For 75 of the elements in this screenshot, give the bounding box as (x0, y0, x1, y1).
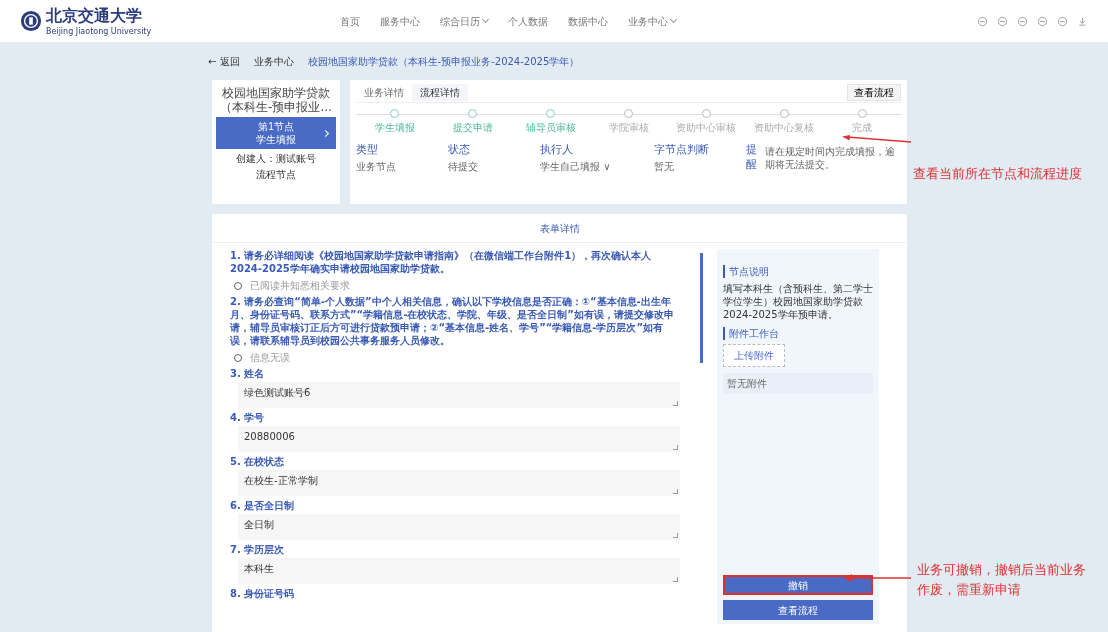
text-field[interactable]: 绿色测试账号6 (238, 382, 680, 408)
info-title: 执行人 (540, 142, 574, 157)
back-link[interactable]: ← 返回 (208, 54, 240, 68)
toolbar-circle-icon[interactable] (997, 15, 1008, 27)
action-button[interactable]: 撤销 (723, 575, 873, 595)
resize-handle-icon (673, 533, 678, 538)
resize-handle-icon (673, 489, 678, 494)
step-label: 资助中心复核 (754, 121, 815, 134)
breadcrumb-link[interactable]: 业务中心 (253, 54, 294, 68)
info-value: 学生自己填报 ∨ (540, 160, 612, 173)
current-node-button[interactable]: 第1节点 学生填报 (216, 117, 336, 149)
university-name: 北京交通大学 (46, 6, 143, 27)
question-label: 7. 学历层次 (230, 543, 286, 556)
reminder-text: 请在规定时间内完成填报，逾期将无法提交。 (764, 145, 896, 172)
tab[interactable]: 流程详情 (412, 83, 468, 101)
option-text: 信息无误 (250, 351, 290, 364)
question-label: 2. 请务必查询“简单-个人数据”中个人相关信息，确认以下学校信息是否正确：①“基本信息-出生年月、身份证号码、联系方式”“学籍信息-在校状态、学院、年级、是否全日制”如有误，请提交修改申请，辅导员审核订正后方可进行贷款预申请；②“基本信息-姓名、学号”“学籍信息-学历层次”如有误，请联系辅导员到校园公共事务服务人员修改。 (230, 295, 675, 347)
nav-link[interactable]: 业务中心 (628, 14, 676, 28)
step-label: 资助中心审核 (676, 121, 737, 134)
action-button[interactable]: 查看流程 (723, 600, 873, 620)
nav-link[interactable]: 个人数据 (508, 14, 548, 28)
annotation-text: 业务可撤销，撤销后当前业务作废，需重新申请 (917, 561, 1087, 599)
step-label: 辅导员审核 (525, 121, 576, 134)
question-label: 8. 身份证号码 (230, 587, 296, 600)
nav-link[interactable]: 数据中心 (568, 14, 608, 28)
annotation-text: 查看当前所在节点和流程进度 (913, 165, 1082, 183)
toolbar-circle-icon[interactable] (1057, 15, 1068, 27)
info-title: 类型 (356, 142, 379, 157)
form-title: 表单详情 (539, 221, 580, 235)
section-title: 节点说明 (723, 265, 873, 278)
question-label: 3. 姓名 (230, 367, 266, 380)
node-label: 流程节点 (256, 168, 296, 181)
university-english-name: Beijing Jiaotong University (46, 27, 152, 36)
question-label: 5. 在校状态 (230, 455, 286, 468)
view-process-button[interactable]: 查看流程 (847, 83, 901, 101)
resize-handle-icon (673, 577, 678, 582)
question-label: 1. 请务必详细阅读《校园地国家助学贷款申请指南》（在微信端工作台附件1），再次确认本人2024-2025学年确实申请校园地国家助学贷款。 (230, 249, 653, 275)
tab[interactable]: 业务详情 (356, 83, 412, 101)
annotation-arrow (844, 574, 912, 582)
text-field[interactable]: 本科生 (238, 558, 680, 584)
university-seal-icon (20, 10, 42, 32)
question-label: 6. 是否全日制 (230, 499, 296, 512)
upload-button[interactable]: 上传附件 (723, 344, 785, 367)
section-title: 附件工作台 (723, 327, 873, 340)
toolbar-circle-icon[interactable] (1037, 15, 1048, 27)
text-field[interactable]: 在校生-正常学制 (238, 470, 680, 496)
creator-text: 创建人：测试账号 (236, 152, 316, 165)
info-value: 业务节点 (356, 160, 397, 173)
breadcrumb-link[interactable]: 校园地国家助学贷款（本科生-预申报业务-2024-2025学年） (307, 54, 580, 68)
annotation-arrow (842, 135, 912, 143)
info-value: 待提交 (448, 160, 479, 173)
nav-link[interactable]: 首页 (340, 14, 360, 28)
empty-attachment-text: 暂无附件 (723, 373, 873, 394)
option-text: 已阅读并知悉相关要求 (250, 279, 350, 292)
reminder-label: 提醒 (746, 142, 758, 172)
step-label: 完成 (852, 121, 873, 134)
step-label: 提交申请 (452, 121, 493, 134)
toolbar-circle-icon[interactable] (1017, 15, 1028, 27)
step-label: 学生填报 (374, 121, 415, 134)
nav-link[interactable]: 综合日历 (440, 14, 488, 28)
question-label: 4. 学号 (230, 411, 266, 424)
resize-handle-icon (673, 401, 678, 406)
info-title: 字节点判断 (654, 142, 710, 157)
download-icon[interactable] (1077, 15, 1088, 27)
business-title: 校园地国家助学贷款（本科生-预申报业... (219, 86, 333, 114)
text-field[interactable]: 20880006 (238, 426, 680, 452)
node-description: 填写本科生（含预科生、第二学士学位学生）校园地国家助学贷款2024-2025学年预申请。 (723, 282, 873, 321)
nav-link[interactable]: 服务中心 (380, 14, 420, 28)
resize-handle-icon (673, 445, 678, 450)
scrollbar[interactable] (700, 253, 703, 363)
info-value: 暂无 (654, 160, 675, 173)
toolbar-circle-icon[interactable] (977, 15, 988, 27)
text-field[interactable]: 全日制 (238, 514, 680, 540)
info-title: 状态 (448, 142, 471, 157)
step-label: 学院审核 (608, 121, 649, 134)
